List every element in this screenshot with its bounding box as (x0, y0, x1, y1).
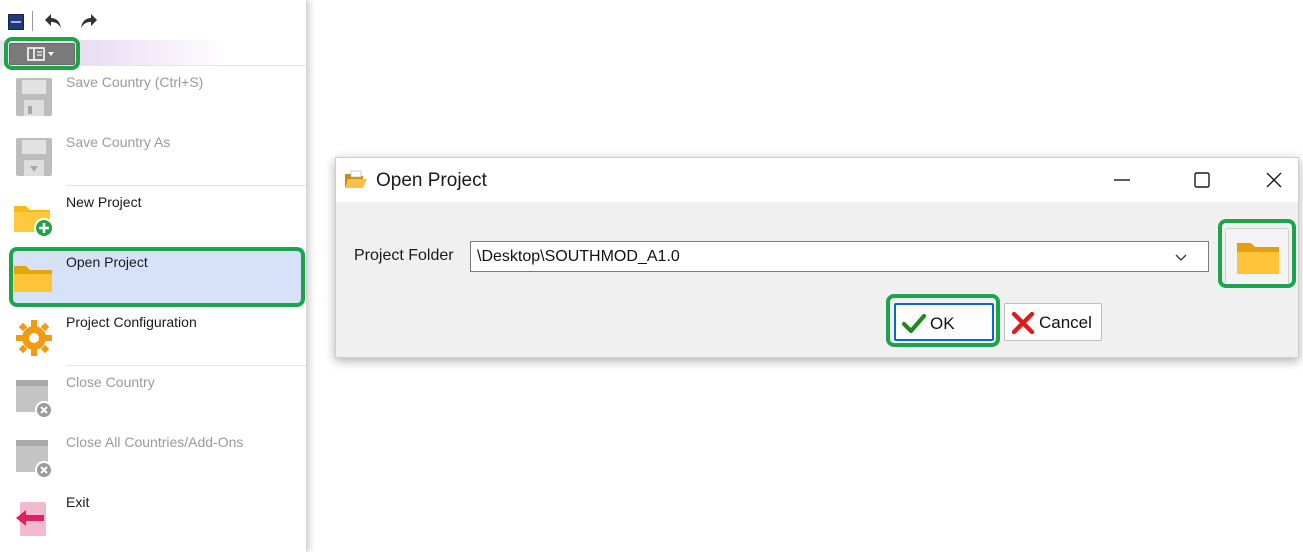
redo-button[interactable] (78, 10, 100, 32)
quick-access-toolbar (0, 0, 306, 40)
folder-icon (12, 256, 56, 300)
close-window-icon (12, 436, 56, 480)
menu-item-label: Save Country As (66, 134, 171, 150)
close-icon (1266, 172, 1282, 188)
gear-icon (12, 316, 56, 360)
menu-item-close-country[interactable]: Close Country (0, 366, 306, 426)
close-button[interactable] (1248, 158, 1300, 202)
ok-button[interactable]: OK (894, 303, 994, 341)
undo-button[interactable] (42, 10, 64, 32)
exit-arrow-icon (12, 496, 56, 540)
floppy-disk-icon (12, 76, 56, 120)
browse-folder-button[interactable] (1225, 228, 1289, 286)
chevron-down-icon[interactable] (1171, 248, 1191, 266)
menu-item-label: New Project (66, 194, 142, 210)
maximize-button[interactable] (1176, 158, 1228, 202)
menu-item-label: Open Project (66, 254, 148, 270)
close-window-icon (12, 376, 56, 420)
open-project-dialog: Open Project Project Folder \Desktop\SOU… (335, 157, 1299, 358)
project-folder-input[interactable] (471, 242, 1171, 271)
cancel-button-label: Cancel (1039, 313, 1092, 332)
app-logo-icon (8, 14, 24, 30)
menu-layout-icon (27, 47, 54, 61)
dialog-titlebar: Open Project (336, 158, 1298, 202)
maximize-icon (1194, 172, 1210, 188)
floppy-disk-as-icon (12, 136, 56, 180)
project-folder-label: Project Folder (354, 247, 454, 264)
menu-item-label: Close All Countries/Add-Ons (66, 434, 244, 450)
menu-list: Save Country (Ctrl+S) Save Country As Ne… (0, 66, 306, 546)
file-menu-panel: Save Country (Ctrl+S) Save Country As Ne… (0, 0, 307, 552)
minimize-button[interactable] (1096, 158, 1148, 202)
menu-item-open-project[interactable]: Open Project (0, 246, 306, 306)
checkmark-icon (902, 313, 926, 334)
project-folder-combobox[interactable] (470, 241, 1209, 272)
toolbar-divider (32, 11, 33, 31)
dialog-title: Open Project (376, 170, 487, 191)
red-x-icon (1011, 312, 1035, 334)
redo-arrow-icon (81, 14, 97, 28)
folder-icon (1237, 243, 1279, 274)
ok-button-label: OK (930, 314, 955, 333)
menu-item-label: Save Country (Ctrl+S) (66, 74, 204, 90)
menu-item-close-all-countries[interactable]: Close All Countries/Add-Ons (0, 426, 306, 486)
menu-item-label: Exit (66, 494, 90, 510)
menu-item-exit[interactable]: Exit (0, 486, 306, 546)
menu-item-project-configuration[interactable]: Project Configuration (0, 306, 306, 366)
menu-item-save-country-as[interactable]: Save Country As (0, 126, 306, 186)
minimize-icon (1114, 179, 1130, 181)
menu-item-save-country[interactable]: Save Country (Ctrl+S) (0, 66, 306, 126)
folder-plus-icon (12, 196, 56, 240)
undo-arrow-icon (45, 14, 61, 28)
menu-item-label: Project Configuration (66, 314, 197, 330)
open-folder-icon (344, 169, 368, 191)
menu-item-new-project[interactable]: New Project (0, 186, 306, 246)
cancel-button[interactable]: Cancel (1004, 303, 1102, 341)
menu-item-label: Close Country (66, 374, 155, 390)
file-menu-button[interactable] (9, 43, 75, 65)
